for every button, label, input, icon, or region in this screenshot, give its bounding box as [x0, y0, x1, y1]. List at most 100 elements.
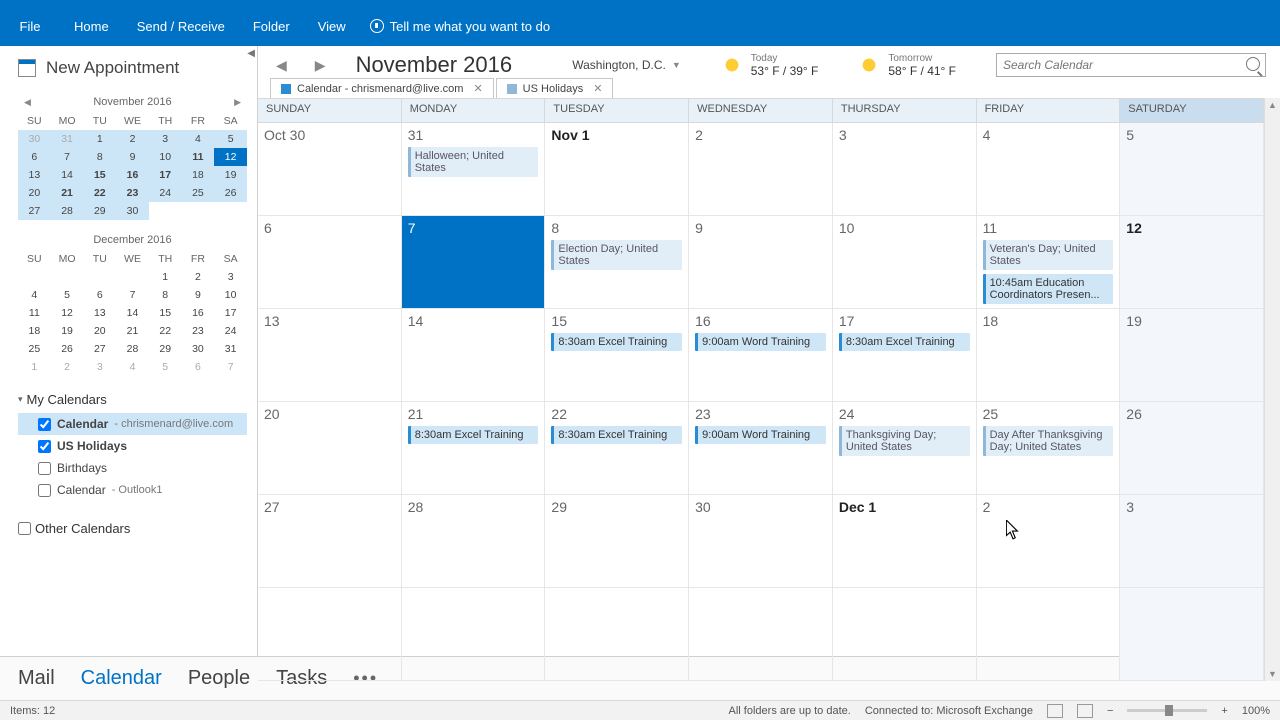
mini-day[interactable]: 31: [214, 340, 247, 358]
day-cell[interactable]: 7: [402, 216, 546, 309]
view-normal-icon[interactable]: [1047, 704, 1063, 718]
day-cell[interactable]: [833, 588, 977, 681]
event-item[interactable]: Day After Thanksgiving Day; United State…: [983, 426, 1114, 456]
next-month-icon[interactable]: ▶: [234, 97, 241, 108]
zoom-out-icon[interactable]: −: [1107, 705, 1113, 717]
event-item[interactable]: 8:30am Excel Training: [839, 333, 970, 351]
calendar-checkbox[interactable]: [38, 418, 51, 431]
mini-day[interactable]: 2: [182, 268, 215, 286]
scroll-up-icon[interactable]: ▲: [1265, 100, 1280, 110]
day-cell[interactable]: 19: [1120, 309, 1264, 402]
tell-me[interactable]: Tell me what you want to do: [370, 19, 550, 34]
day-cell[interactable]: [402, 588, 546, 681]
calendar-checkbox[interactable]: [38, 440, 51, 453]
day-cell[interactable]: 9: [689, 216, 833, 309]
next-period-icon[interactable]: ▶: [311, 57, 330, 74]
mini-day[interactable]: 18: [182, 166, 215, 184]
day-cell[interactable]: 30: [689, 495, 833, 588]
scrollbar[interactable]: ▲ ▼: [1264, 98, 1280, 681]
day-cell[interactable]: 10: [833, 216, 977, 309]
day-cell[interactable]: 14: [402, 309, 546, 402]
mini-day[interactable]: [83, 268, 116, 286]
mini-day[interactable]: 28: [116, 340, 149, 358]
mini-day[interactable]: 6: [182, 358, 215, 376]
event-item[interactable]: 9:00am Word Training: [695, 426, 826, 444]
prev-period-icon[interactable]: ◀: [272, 57, 291, 74]
day-cell[interactable]: 28: [402, 495, 546, 588]
other-calendars-checkbox[interactable]: [18, 522, 31, 535]
mini-day[interactable]: 1: [149, 268, 182, 286]
mini-day[interactable]: 2: [51, 358, 84, 376]
event-item[interactable]: 10:45am Education Coordinators Presen...: [983, 274, 1114, 304]
mini-day[interactable]: 24: [214, 322, 247, 340]
nav-people[interactable]: People: [188, 667, 250, 690]
day-cell[interactable]: 5: [1120, 123, 1264, 216]
mini-day[interactable]: 10: [149, 148, 182, 166]
scroll-down-icon[interactable]: ▼: [1265, 669, 1280, 679]
mini-day[interactable]: 17: [214, 304, 247, 322]
search-icon[interactable]: [1246, 57, 1260, 71]
day-cell[interactable]: Nov 1: [545, 123, 689, 216]
mini-day[interactable]: 6: [83, 286, 116, 304]
calendar-tab[interactable]: Calendar - chrismenard@live.com✕: [270, 78, 494, 98]
mini-day[interactable]: 30: [18, 130, 51, 148]
day-cell[interactable]: 3: [1120, 495, 1264, 588]
day-cell[interactable]: 11Veteran's Day; United States10:45am Ed…: [977, 216, 1121, 309]
day-cell[interactable]: 25Day After Thanksgiving Day; United Sta…: [977, 402, 1121, 495]
new-appointment-button[interactable]: New Appointment: [18, 54, 247, 88]
mini-day[interactable]: 25: [182, 184, 215, 202]
mini-day[interactable]: 29: [149, 340, 182, 358]
mini-day[interactable]: 22: [149, 322, 182, 340]
day-cell[interactable]: 13: [258, 309, 402, 402]
mini-day[interactable]: 12: [214, 148, 247, 166]
day-cell[interactable]: 2: [689, 123, 833, 216]
mini-day[interactable]: 23: [116, 184, 149, 202]
day-cell[interactable]: 178:30am Excel Training: [833, 309, 977, 402]
day-cell[interactable]: 228:30am Excel Training: [545, 402, 689, 495]
mini-day[interactable]: 20: [83, 322, 116, 340]
event-item[interactable]: 8:30am Excel Training: [551, 426, 682, 444]
day-cell[interactable]: 4: [977, 123, 1121, 216]
mini-day[interactable]: 19: [214, 166, 247, 184]
day-cell[interactable]: 18: [977, 309, 1121, 402]
day-cell[interactable]: 2: [977, 495, 1121, 588]
mini-day[interactable]: 14: [51, 166, 84, 184]
mini-day[interactable]: 5: [149, 358, 182, 376]
calendar-tab[interactable]: US Holidays✕: [496, 78, 614, 98]
mini-day[interactable]: 26: [51, 340, 84, 358]
mini-day[interactable]: 4: [18, 286, 51, 304]
mini-day[interactable]: 21: [51, 184, 84, 202]
mini-day[interactable]: [116, 268, 149, 286]
close-icon[interactable]: ✕: [593, 82, 602, 95]
mini-day[interactable]: 16: [182, 304, 215, 322]
mini-day[interactable]: 24: [149, 184, 182, 202]
mini-day[interactable]: [149, 202, 182, 220]
day-cell[interactable]: 20: [258, 402, 402, 495]
mini-day[interactable]: 30: [116, 202, 149, 220]
file-tab[interactable]: File: [0, 7, 60, 46]
mini-day[interactable]: 3: [83, 358, 116, 376]
mini-day[interactable]: 3: [149, 130, 182, 148]
nav-calendar[interactable]: Calendar: [81, 667, 162, 690]
mini-day[interactable]: 19: [51, 322, 84, 340]
mini-day[interactable]: 5: [214, 130, 247, 148]
mini-day[interactable]: 23: [182, 322, 215, 340]
zoom-in-icon[interactable]: +: [1221, 705, 1227, 717]
mini-day[interactable]: 21: [116, 322, 149, 340]
mini-day[interactable]: 11: [182, 148, 215, 166]
mini-day[interactable]: 5: [51, 286, 84, 304]
ribbon-tab[interactable]: Send / Receive: [123, 7, 239, 46]
ribbon-tab[interactable]: Folder: [239, 7, 304, 46]
day-cell[interactable]: 12: [1120, 216, 1264, 309]
day-cell[interactable]: 24Thanksgiving Day; United States: [833, 402, 977, 495]
mini-day[interactable]: 17: [149, 166, 182, 184]
event-item[interactable]: Election Day; United States: [551, 240, 682, 270]
day-cell[interactable]: 27: [258, 495, 402, 588]
mini-day[interactable]: 15: [149, 304, 182, 322]
mini-day[interactable]: [18, 268, 51, 286]
day-cell[interactable]: 169:00am Word Training: [689, 309, 833, 402]
view-reading-icon[interactable]: [1077, 704, 1093, 718]
mini-day[interactable]: 7: [214, 358, 247, 376]
mini-day[interactable]: 1: [18, 358, 51, 376]
mini-day[interactable]: 9: [116, 148, 149, 166]
